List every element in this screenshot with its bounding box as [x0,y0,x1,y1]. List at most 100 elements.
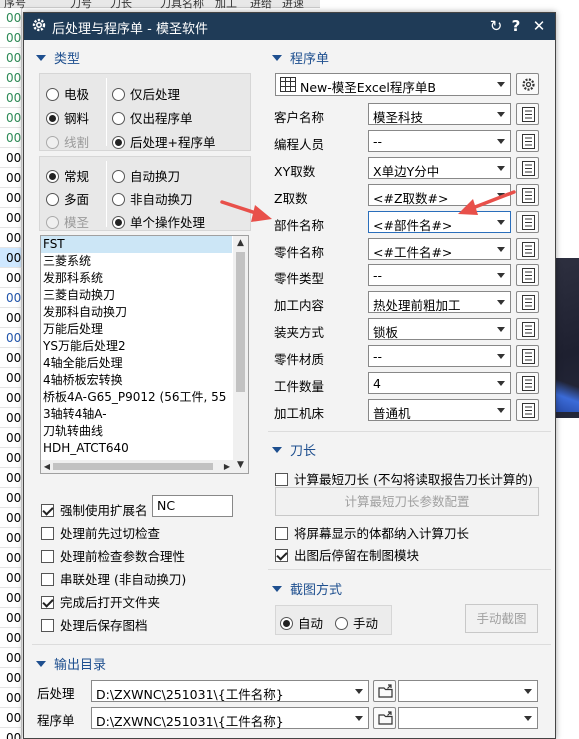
field-list-button[interactable] [516,318,539,340]
scroll-right-icon[interactable]: ▶ [221,460,233,473]
radio-electrode[interactable]: 电极 [46,84,89,103]
field-list-button[interactable] [516,157,539,179]
post-list-item[interactable]: HDH_ATCT640 [41,440,232,457]
chevron-down-icon [524,716,532,721]
field-select[interactable]: 普通机 [368,399,511,421]
field-select[interactable]: <#部件名#> [368,211,511,233]
close-button[interactable]: ✕ [529,16,549,36]
serial-process-checkbox[interactable]: 串联处理 (非自动换刀) [41,569,186,588]
open-folder-checkbox[interactable]: 完成后打开文件夹 [41,592,160,611]
calc-shortest-length-checkbox[interactable]: 计算最短刀长 (不勾将读取报告刀长计算的) [275,469,533,488]
help-button[interactable]: ? [506,16,526,36]
scroll-up-icon[interactable]: ▲ [233,236,248,251]
sheet-output-path-select[interactable]: D:\ZXWNC\251031\{工件名称} [91,707,369,729]
field-value: 热处理前粗加工 [373,298,461,313]
screenshot-section-header[interactable]: 截图方式 [272,579,342,598]
post-list-item[interactable]: 三菱自动换刀 [41,287,232,304]
output-dir-section-header[interactable]: 输出目录 [36,654,106,673]
post-list-item[interactable]: 三菱系统 [41,253,232,270]
field-label: XY取数 [274,164,316,179]
tool-length-section-header[interactable]: 刀长 [272,440,316,459]
field-list-button[interactable] [516,399,539,421]
post-list-item[interactable]: 刀轨转曲线 [41,423,232,440]
title-bar[interactable]: 后处理与程序单 - 模圣软件 ↻ ? ✕ [24,13,555,40]
field-label: 编程人员 [274,137,325,152]
radio-normal[interactable]: 常规 [46,166,89,185]
field-select[interactable]: <#工件名#> [368,238,511,260]
sheet-extra-select[interactable] [398,707,538,729]
post-extra-select[interactable] [398,680,538,702]
field-select[interactable]: -- [368,264,511,286]
include-screen-bodies-checkbox[interactable]: 将屏幕显示的体都纳入计算刀长 [275,523,469,542]
post-list-item[interactable]: 3轴转4轴A- [41,406,232,423]
field-list-button[interactable] [516,264,539,286]
radio-post-and-sheet[interactable]: 后处理+程序单 [112,132,215,151]
field-list-button[interactable] [516,103,539,125]
template-select[interactable]: New-模圣Excel程序单B [275,73,511,96]
radio-screenshot-auto[interactable]: 自动 [280,613,323,632]
excel-sheet-icon [280,77,296,92]
chevron-down-icon [497,327,505,332]
type-section-header[interactable]: 类型 [36,48,80,67]
post-browse-folder-button[interactable] [373,680,396,702]
section-divider [268,569,551,570]
scroll-down-icon[interactable]: ▼ [233,458,248,473]
extension-input[interactable]: NC [152,495,233,517]
bg-row-cell: 00 [0,368,22,388]
field-select[interactable]: <#Z取数#> [368,184,511,206]
tool-length-config-button[interactable]: 计算最短刀长参数配置 [275,487,539,516]
bg-row-cell: 00 [0,268,22,288]
field-list-button[interactable] [516,130,539,152]
field-select[interactable]: 锁板 [368,318,511,340]
field-list-button[interactable] [516,372,539,394]
scroll-left-icon[interactable]: ◀ [41,460,53,473]
force-extension-checkbox[interactable]: 强制使用扩展名 [41,500,148,519]
radio-single-operation[interactable]: 单个操作处理 [112,212,205,231]
radio-post-only[interactable]: 仅后处理 [112,84,180,103]
field-select[interactable]: -- [368,130,511,152]
scroll-thumb[interactable] [236,252,245,392]
list-vertical-scrollbar[interactable]: ▲ ▼ [233,236,248,473]
radio-screenshot-manual[interactable]: 手动 [335,613,378,632]
scroll-thumb[interactable] [53,463,213,470]
list-horizontal-scrollbar[interactable]: ◀ ▶ [41,460,233,473]
radio-label: 手动 [353,616,379,631]
bg-row-cell: 00 [0,548,22,568]
field-select[interactable]: 热处理前粗加工 [368,291,511,313]
post-list-item[interactable]: FST [41,236,232,253]
stay-in-drawing-checkbox[interactable]: 出图后停留在制图模块 [275,545,419,564]
program-section-header[interactable]: 程序单 [272,48,329,67]
manual-screenshot-button[interactable]: 手动截图 [465,604,538,633]
field-select[interactable]: 模圣科技 [368,103,511,125]
post-output-path-select[interactable]: D:\ZXWNC\251031\{工件名称} [91,680,369,702]
post-list-item[interactable]: 发那科系统 [41,270,232,287]
sheet-browse-folder-button[interactable] [373,707,396,729]
post-list-item[interactable]: YS万能后处理2 [41,338,232,355]
field-list-button[interactable] [516,238,539,260]
field-list-button[interactable] [516,291,539,313]
radio-sheet-only[interactable]: 仅出程序单 [112,108,193,127]
field-list-button[interactable] [516,184,539,206]
radio-steel[interactable]: 钢料 [46,108,89,127]
template-settings-button[interactable] [516,73,539,95]
post-list-item[interactable]: 桥板4A-G65_P9012 (56工件, 55 [41,389,232,406]
reset-button[interactable]: ↻ [486,16,506,36]
post-list-item[interactable]: 万能后处理 [41,321,232,338]
field-select[interactable]: -- [368,345,511,367]
post-list-item[interactable]: 4轴桥板宏转换 [41,372,232,389]
bg-row-cell: 00 [0,48,22,68]
chevron-down-icon [497,408,505,413]
field-select[interactable]: X单边Y分中 [368,157,511,179]
radio-multi-face[interactable]: 多面 [46,189,89,208]
field-select[interactable]: 4 [368,372,511,394]
save-drawing-checkbox[interactable]: 处理后保存图档 [41,615,148,634]
param-check-checkbox[interactable]: 处理前检查参数合理性 [41,546,185,565]
field-list-button[interactable] [516,345,539,367]
overcut-check-checkbox[interactable]: 处理前先过切检查 [41,523,160,542]
post-processor-list[interactable]: FST 三菱系统 发那科系统 三菱自动换刀 发那科自动换刀 万能后处理 YS万能后处理2 4轴… [40,235,249,474]
radio-non-auto-tool-change[interactable]: 非自动换刀 [112,189,193,208]
field-list-button[interactable] [516,211,539,233]
radio-auto-tool-change[interactable]: 自动换刀 [112,166,180,185]
post-list-item[interactable]: 发那科自动换刀 [41,304,232,321]
post-list-item[interactable]: 4轴全能后处理 [41,355,232,372]
